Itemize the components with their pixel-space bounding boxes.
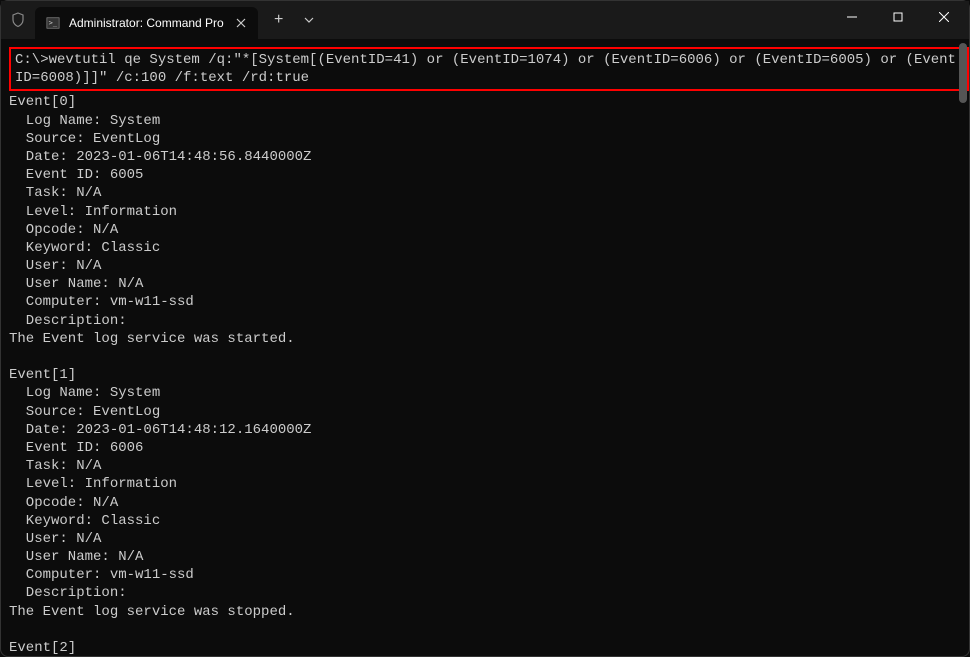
- output-line: The Event log service was stopped.: [9, 603, 969, 621]
- output-line: Source: EventLog: [9, 130, 969, 148]
- output-line: Event[1]: [9, 366, 969, 384]
- output-line: Level: Information: [9, 203, 969, 221]
- output-line: Computer: vm-w11-ssd: [9, 293, 969, 311]
- prompt: C:\>: [15, 52, 49, 68]
- output-line: User Name: N/A: [9, 275, 969, 293]
- output-line: User: N/A: [9, 257, 969, 275]
- terminal-tab[interactable]: >_ Administrator: Command Pro: [35, 7, 258, 39]
- output-line: Description:: [9, 312, 969, 330]
- command-highlight-box: C:\>wevtutil qe System /q:"*[System[(Eve…: [9, 47, 969, 91]
- output-line: Description:: [9, 584, 969, 602]
- window-titlebar: >_ Administrator: Command Pro +: [1, 1, 969, 39]
- output-line: Source: EventLog: [9, 403, 969, 421]
- output-line: Opcode: N/A: [9, 494, 969, 512]
- minimize-button[interactable]: [829, 1, 875, 33]
- output-line: Keyword: Classic: [9, 239, 969, 257]
- maximize-button[interactable]: [875, 1, 921, 33]
- app-shield-icon: [1, 1, 35, 39]
- output-line: Event ID: 6006: [9, 439, 969, 457]
- cmd-icon: >_: [45, 15, 61, 31]
- close-button[interactable]: [921, 1, 967, 33]
- command-text: wevtutil qe System /q:"*[System[(EventID…: [15, 52, 956, 86]
- svg-text:>_: >_: [49, 19, 58, 27]
- titlebar-left: >_ Administrator: Command Pro +: [1, 1, 324, 39]
- output-line: Date: 2023-01-06T14:48:12.1640000Z: [9, 421, 969, 439]
- output-line: Event[0]: [9, 93, 969, 111]
- output-line: Keyword: Classic: [9, 512, 969, 530]
- output-line: Log Name: System: [9, 112, 969, 130]
- terminal-output: Event[0] Log Name: System Source: EventL…: [9, 93, 969, 656]
- output-line: Date: 2023-01-06T14:48:56.8440000Z: [9, 148, 969, 166]
- output-line: [9, 348, 969, 366]
- vertical-scrollbar[interactable]: [959, 43, 967, 103]
- tab-dropdown-button[interactable]: [294, 6, 324, 34]
- command-line: C:\>wevtutil qe System /q:"*[System[(Eve…: [15, 51, 963, 87]
- output-line: Event ID: 6005: [9, 166, 969, 184]
- new-tab-button[interactable]: +: [264, 6, 294, 34]
- tab-title: Administrator: Command Pro: [69, 16, 224, 30]
- output-line: The Event log service was started.: [9, 330, 969, 348]
- output-line: User Name: N/A: [9, 548, 969, 566]
- output-line: Task: N/A: [9, 457, 969, 475]
- output-line: Task: N/A: [9, 184, 969, 202]
- tab-close-button[interactable]: [232, 14, 250, 32]
- output-line: Computer: vm-w11-ssd: [9, 566, 969, 584]
- output-line: Log Name: System: [9, 384, 969, 402]
- terminal-content[interactable]: C:\>wevtutil qe System /q:"*[System[(Eve…: [1, 39, 969, 656]
- output-line: [9, 621, 969, 639]
- output-line: Event[2]: [9, 639, 969, 656]
- output-line: User: N/A: [9, 530, 969, 548]
- output-line: Level: Information: [9, 475, 969, 493]
- output-line: Opcode: N/A: [9, 221, 969, 239]
- window-controls: [829, 1, 967, 39]
